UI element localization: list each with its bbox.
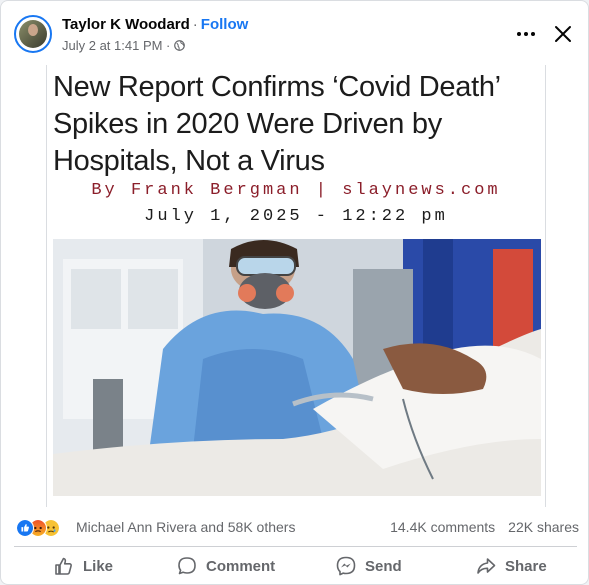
close-icon[interactable] [550, 21, 576, 47]
like-icon [16, 519, 34, 537]
comment-label: Comment [206, 557, 276, 575]
share-button[interactable]: Share [475, 549, 547, 583]
share-icon [477, 558, 496, 574]
follow-button[interactable]: Follow [201, 16, 249, 33]
action-bar: Like Comment Send Share [1, 549, 588, 583]
author-avatar[interactable] [14, 15, 52, 53]
article-byline: By Frank Bergman | slaynews.com [91, 181, 501, 200]
more-options-button[interactable] [513, 21, 539, 47]
post-timestamp[interactable]: July 2 at 1:41 PM · [62, 38, 170, 53]
reactions-bar: Michael Ann Rivera and 58K others 14.4K … [1, 515, 588, 541]
post-meta: July 2 at 1:41 PM · [62, 38, 186, 53]
author-name[interactable]: Taylor K Woodard [62, 16, 190, 33]
avatar-photo [19, 20, 47, 48]
like-label: Like [83, 557, 114, 575]
actions-divider [14, 546, 577, 547]
engagement-counts: 14.4K comments 22K shares [390, 519, 579, 535]
post-header: Taylor K Woodard · Follow July 2 at 1:41 P… [1, 1, 588, 65]
reaction-icons[interactable] [16, 519, 72, 537]
comment-button[interactable]: Comment [176, 549, 275, 583]
more-dot [531, 32, 535, 36]
thumbs-up-icon [55, 557, 72, 575]
article-headline: New Report Confirms ‘Covid Death’ Spikes… [53, 71, 500, 177]
globe-icon[interactable] [174, 40, 186, 51]
author-row: Taylor K Woodard · Follow [62, 16, 248, 33]
like-button[interactable]: Like [53, 549, 113, 583]
send-button[interactable]: Send [335, 549, 402, 583]
comments-count[interactable]: 14.4K comments [390, 519, 495, 535]
shares-count[interactable]: 22K shares [508, 519, 579, 535]
comment-icon [178, 557, 196, 575]
more-dot [524, 32, 528, 36]
send-label: Send [365, 557, 402, 575]
share-label: Share [505, 557, 547, 575]
post-card: Taylor K Woodard · Follow July 2 at 1:41 P… [0, 0, 589, 585]
messenger-icon [336, 556, 356, 576]
article-dateline: July 1, 2025 - 12:22 pm [144, 207, 448, 226]
name-separator: · [192, 16, 198, 33]
reactors-summary[interactable]: Michael Ann Rivera and 58K others [76, 519, 295, 535]
hospital-photo [53, 239, 541, 496]
post-image[interactable]: New Report Confirms ‘Covid Death’ Spikes… [46, 65, 546, 507]
more-dot [517, 32, 521, 36]
